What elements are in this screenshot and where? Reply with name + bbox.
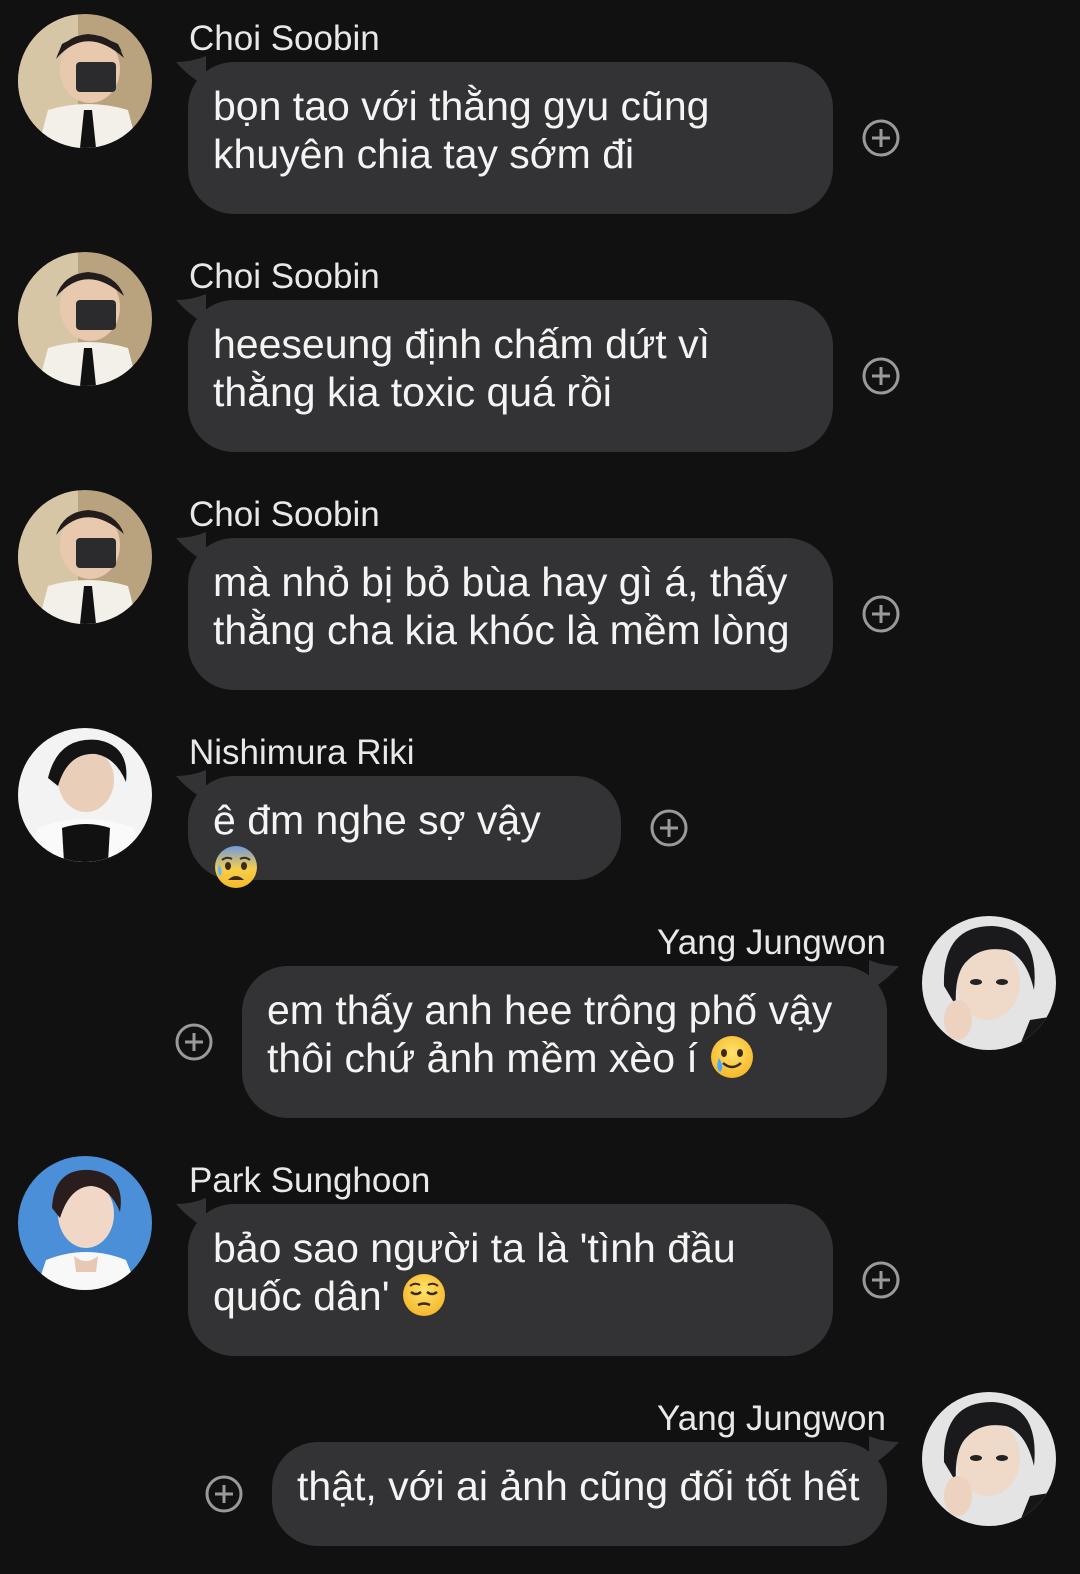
- smiling-face-with-tear-icon: [711, 1036, 754, 1078]
- message-text: bọn tao với thằng gyu cũng khuyên chia t…: [213, 83, 710, 177]
- message-row: Park Sunghoon bảo sao người ta là 'tình …: [0, 1142, 1080, 1380]
- message-row: Choi Soobin bọn tao với thằng gyu cũng k…: [0, 0, 1080, 238]
- add-reaction-icon[interactable]: [205, 1475, 243, 1513]
- message-bubble[interactable]: heeseung định chấm dứt vì thằng kia toxi…: [176, 294, 833, 452]
- message-text: mà nhỏ bị bỏ bùa hay gì á, thấy thằng ch…: [213, 559, 790, 653]
- message-bubble[interactable]: bảo sao người ta là 'tình đầu quốc dân': [176, 1198, 833, 1356]
- message-bubble[interactable]: bọn tao với thằng gyu cũng khuyên chia t…: [176, 56, 833, 214]
- message-bubble[interactable]: ê đm nghe sợ vậy: [176, 770, 621, 888]
- sender-name: Park Sunghoon: [189, 1161, 431, 1200]
- avatar-choi-soobin[interactable]: [18, 252, 152, 386]
- bubble-tail: [176, 56, 206, 86]
- bubble-tail: [176, 294, 206, 324]
- message-text: em thấy anh hee trông phố vậy thôi chứ ả…: [267, 986, 863, 1082]
- message-row: Choi Soobin mà nhỏ bị bỏ bùa hay gì á, t…: [0, 476, 1080, 714]
- message-row: Yang Jungwon thật, với ai ảnh cũng đối t…: [0, 1380, 1080, 1574]
- add-reaction-icon[interactable]: [650, 809, 688, 847]
- add-reaction-icon[interactable]: [862, 1261, 900, 1299]
- message-bubble[interactable]: mà nhỏ bị bỏ bùa hay gì á, thấy thằng ch…: [176, 532, 833, 690]
- message-text: bảo sao người ta là 'tình đầu quốc dân': [213, 1224, 809, 1320]
- message-bubble[interactable]: thật, với ai ảnh cũng đối tốt hết: [272, 1436, 899, 1546]
- add-reaction-icon[interactable]: [862, 357, 900, 395]
- sender-name: Yang Jungwon: [657, 1399, 886, 1438]
- sender-name: Yang Jungwon: [657, 923, 886, 962]
- bubble-tail: [869, 960, 899, 990]
- avatar-choi-soobin[interactable]: [18, 490, 152, 624]
- message-text: heeseung định chấm dứt vì thằng kia toxi…: [213, 321, 710, 415]
- avatar-choi-soobin[interactable]: [18, 14, 152, 148]
- anxious-face-with-sweat-icon: [215, 846, 257, 888]
- message-text: ê đm nghe sợ vậy: [213, 796, 597, 892]
- sender-name: Nishimura Riki: [189, 733, 415, 772]
- avatar-yang-jungwon[interactable]: [922, 1392, 1056, 1526]
- sender-name: Choi Soobin: [189, 257, 380, 296]
- add-reaction-icon[interactable]: [862, 595, 900, 633]
- bubble-tail: [176, 770, 206, 800]
- avatar-park-sunghoon[interactable]: [18, 1156, 152, 1290]
- sender-name: Choi Soobin: [189, 495, 380, 534]
- avatar-nishimura-riki[interactable]: [18, 728, 152, 862]
- bubble-tail: [176, 532, 206, 562]
- add-reaction-icon[interactable]: [175, 1023, 213, 1061]
- message-row: Yang Jungwon em thấy anh hee trông phố v…: [0, 904, 1080, 1142]
- message-bubble[interactable]: em thấy anh hee trông phố vậy thôi chứ ả…: [242, 960, 899, 1118]
- message-row: Nishimura Riki ê đm nghe sợ vậy: [0, 714, 1080, 904]
- bubble-tail: [869, 1436, 899, 1466]
- message-text: thật, với ai ảnh cũng đối tốt hết: [297, 1463, 860, 1509]
- bubble-tail: [176, 1198, 206, 1228]
- sender-name: Choi Soobin: [189, 19, 380, 58]
- message-text-content: ê đm nghe sợ vậy: [213, 797, 541, 843]
- message-row: Choi Soobin heeseung định chấm dứt vì th…: [0, 238, 1080, 476]
- avatar-yang-jungwon[interactable]: [922, 916, 1056, 1050]
- add-reaction-icon[interactable]: [862, 119, 900, 157]
- pensive-face-icon: [402, 1274, 445, 1316]
- message-text-content: bảo sao người ta là 'tình đầu quốc dân': [213, 1225, 736, 1319]
